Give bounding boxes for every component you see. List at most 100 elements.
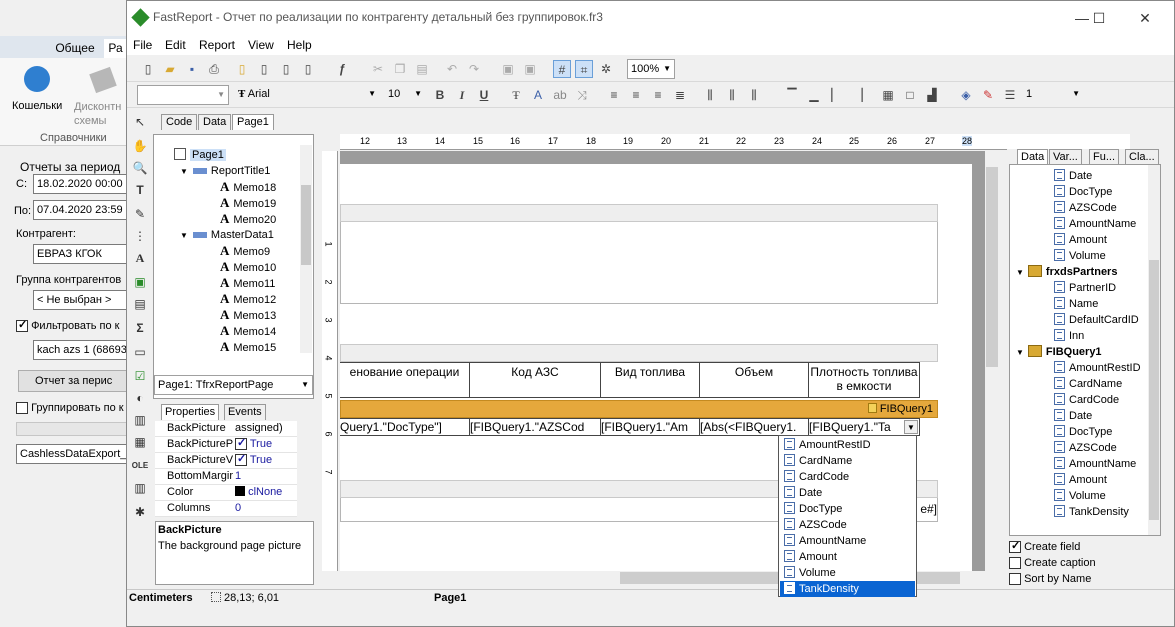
shadow-icon[interactable]: ▟	[923, 86, 941, 104]
frame-top-icon[interactable]: ▔	[783, 86, 801, 104]
frame-style-icon[interactable]: ☰	[1001, 86, 1019, 104]
tree-report-title[interactable]: ▼ ReportTitle1	[180, 163, 270, 179]
header-cell[interactable]: Вид топлива	[600, 362, 700, 398]
data-field[interactable]: AmountName	[1054, 456, 1136, 472]
frame-bottom-icon[interactable]: ▁	[805, 86, 823, 104]
cut-icon[interactable]: ✂	[369, 60, 387, 78]
datatree-scrollbar[interactable]	[1148, 165, 1160, 535]
ribbon-button-discount[interactable]: Дисконтн схемы	[74, 100, 126, 128]
valign-bottom-icon[interactable]: ⫼	[745, 86, 763, 104]
tree-memo[interactable]: A Memo20	[220, 211, 276, 227]
to-date-field[interactable]: 07.04.2020 23:59	[33, 200, 127, 220]
new-dialog-icon[interactable]: ▯	[255, 60, 273, 78]
data-cell[interactable]: [FIBQuery1."AZSCod	[469, 418, 601, 436]
filter-checkbox[interactable]	[16, 318, 28, 333]
hand-tool-icon[interactable]: ✋	[131, 137, 149, 155]
data-field[interactable]: TankDensity	[1054, 504, 1129, 520]
dropdown-item[interactable]: CardCode	[780, 469, 915, 485]
tree-memo[interactable]: A Memo18	[220, 179, 276, 195]
data-field[interactable]: Volume	[1054, 248, 1106, 264]
format-painter-icon[interactable]: ✎	[131, 205, 149, 223]
property-row[interactable]: BackPictureVi True	[155, 453, 297, 469]
option-sort-by-name[interactable]: Sort by Name	[1009, 573, 1091, 586]
delete-page-icon[interactable]: ▯	[277, 60, 295, 78]
tab-page1[interactable]: Page1	[232, 114, 274, 130]
data-field[interactable]: Inn	[1054, 328, 1084, 344]
style-select[interactable]: ▼	[137, 85, 229, 105]
tab-variables[interactable]: Var...	[1049, 149, 1082, 165]
copy-icon[interactable]: ❐	[391, 60, 409, 78]
data-field[interactable]: DocType	[1054, 184, 1112, 200]
font-name-select[interactable]: Ŧ Arial ▼	[235, 85, 379, 105]
tree-memo[interactable]: A Memo15	[220, 339, 276, 355]
chevron-down-icon[interactable]: ▼	[904, 420, 918, 434]
property-row[interactable]: BackPicturePr True	[155, 437, 297, 453]
data-cell-editing[interactable]: [FIBQuery1."Ta ▼	[808, 418, 920, 436]
group-checkbox[interactable]	[16, 402, 28, 415]
font-size-select[interactable]: 10 ▼	[385, 85, 425, 105]
report-title-band[interactable]	[340, 204, 938, 304]
italic-icon[interactable]: I	[453, 86, 471, 104]
richtext-tool-icon[interactable]: ▦	[131, 433, 149, 451]
undo-icon[interactable]: ↶	[443, 60, 461, 78]
data-field[interactable]: Volume	[1054, 488, 1106, 504]
tree-master-data[interactable]: ▼ MasterData1	[180, 227, 274, 243]
ribbon-button-wallets[interactable]: Кошельки	[12, 100, 62, 112]
font-color-icon[interactable]: A	[529, 86, 547, 104]
create-caption-checkbox[interactable]	[1009, 557, 1021, 570]
font-settings-icon[interactable]: Ŧ	[507, 86, 525, 104]
data-field[interactable]: DefaultCardID	[1054, 312, 1139, 328]
paste-icon[interactable]: ▤	[413, 60, 431, 78]
data-field[interactable]: PartnerID	[1054, 280, 1116, 296]
ribbon-tab-second[interactable]: Ра	[104, 39, 127, 58]
chart-tool-icon[interactable]: ▥	[131, 411, 149, 429]
tab-events[interactable]: Events	[224, 404, 266, 420]
dropdown-item[interactable]: AZSCode	[780, 517, 915, 533]
data-field[interactable]: Date	[1054, 408, 1092, 424]
zoom-select[interactable]: 100% ▼	[627, 59, 675, 79]
dropdown-item[interactable]: DocType	[780, 501, 915, 517]
frame-color-icon[interactable]: ✎	[979, 86, 997, 104]
save-icon[interactable]: ▪	[183, 60, 201, 78]
bold-icon[interactable]: B	[431, 86, 449, 104]
filter-checkbox-row[interactable]: Фильтровать по к	[16, 318, 120, 333]
contractor-field[interactable]: ЕВРАЗ КГОК	[33, 244, 127, 264]
field-dropdown[interactable]: AmountRestID CardName CardCode Date DocT…	[778, 435, 917, 597]
tree-memo[interactable]: A Memo9	[220, 243, 270, 259]
header-cell[interactable]: енование операции	[340, 362, 470, 398]
tree-memo[interactable]: A Memo19	[220, 195, 276, 211]
memo-tool-icon[interactable]: A	[131, 249, 149, 267]
fill-color-icon[interactable]: ◈	[957, 86, 975, 104]
property-row[interactable]: Columns 0	[155, 501, 297, 517]
function-icon[interactable]: ƒ	[333, 60, 351, 78]
align-center-icon[interactable]: ≡	[627, 86, 645, 104]
property-row[interactable]: BackPicture assigned)	[155, 421, 297, 437]
dropdown-item[interactable]: AmountName	[780, 533, 915, 549]
line-width-select[interactable]: 1 ▼	[1023, 85, 1083, 105]
new-page-icon[interactable]: ▯	[233, 60, 251, 78]
align-grid-icon[interactable]: ⌗	[575, 60, 593, 78]
data-field[interactable]: DocType	[1054, 424, 1112, 440]
export-field[interactable]: CashlessDataExport_2	[16, 444, 127, 464]
subreport-tool-icon[interactable]: ▤	[131, 295, 149, 313]
tree-scroll-thumb[interactable]	[301, 185, 311, 265]
property-checkbox[interactable]	[235, 453, 247, 467]
page-settings-icon[interactable]: ▯	[299, 60, 317, 78]
menu-view[interactable]: View	[248, 38, 274, 52]
redo-icon[interactable]: ↷	[465, 60, 483, 78]
tree-scrollbar[interactable]	[300, 145, 312, 353]
data-field[interactable]: Date	[1054, 168, 1092, 184]
fit-grid-icon[interactable]: ✲	[597, 60, 615, 78]
option-create-field[interactable]: Create field	[1009, 539, 1080, 554]
align-right-icon[interactable]: ≡	[649, 86, 667, 104]
tree-memo[interactable]: A Memo13	[220, 307, 276, 323]
tab-code[interactable]: Code	[161, 114, 198, 130]
object-selector[interactable]: Page1: TfrxReportPage ▼	[154, 375, 313, 395]
master-band-caption[interactable]: FIBQuery1	[340, 400, 938, 418]
new-icon[interactable]: ▯	[139, 60, 157, 78]
create-field-checkbox[interactable]	[1009, 539, 1021, 554]
option-create-caption[interactable]: Create caption	[1009, 557, 1096, 570]
report-button[interactable]: Отчет за перис	[18, 370, 127, 392]
tree-memo[interactable]: A Memo10	[220, 259, 276, 275]
tab-data[interactable]: Data	[198, 114, 232, 130]
